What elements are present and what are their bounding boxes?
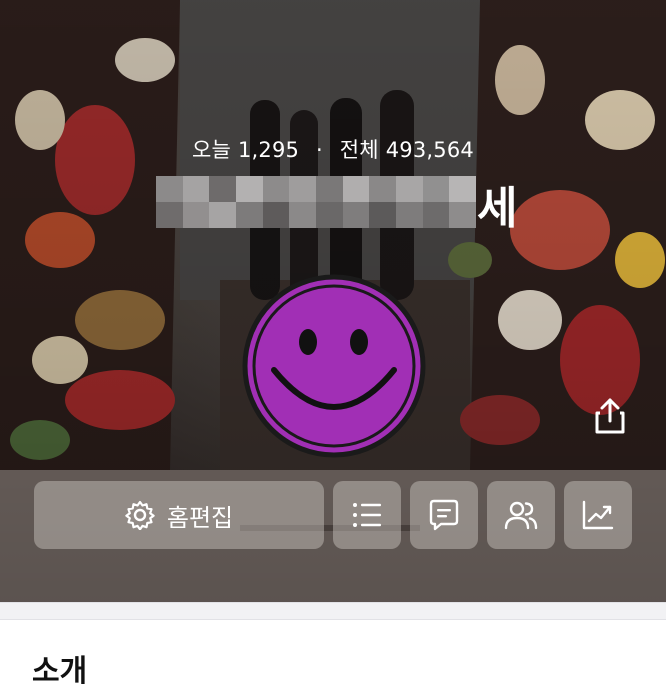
share-button[interactable] — [586, 392, 634, 440]
statistics-button[interactable] — [564, 481, 632, 549]
stats-separator: · — [315, 138, 323, 162]
memo-button[interactable] — [410, 481, 478, 549]
today-label: 오늘 — [192, 138, 232, 162]
stats-chart-icon — [582, 500, 614, 530]
blog-toolbar: 홈편집 — [0, 481, 666, 549]
people-icon — [504, 501, 538, 530]
smiley-face-icon[interactable] — [242, 274, 426, 458]
total-count: 493,564 — [385, 138, 474, 162]
intro-section-heading: 소개 — [32, 654, 88, 689]
list-icon — [353, 503, 381, 527]
share-icon — [595, 398, 625, 434]
home-edit-label: 홈편집 — [166, 503, 234, 532]
blog-title-suffix: 세 — [477, 183, 518, 234]
today-count: 1,295 — [237, 138, 300, 162]
profile-cover: 오늘 1,295 · 전체 493,564 세 홈편집 — [0, 0, 666, 602]
home-edit-button[interactable]: 홈편집 — [34, 481, 324, 549]
post-list-button[interactable] — [333, 481, 401, 549]
visitor-counter: 오늘 1,295 · 전체 493,564 — [0, 134, 666, 164]
total-label: 전체 — [339, 138, 379, 162]
gear-icon — [125, 500, 155, 530]
section-divider — [0, 602, 666, 620]
memo-icon — [429, 499, 459, 531]
blog-title-redacted — [156, 176, 476, 228]
neighbors-button[interactable] — [487, 481, 555, 549]
